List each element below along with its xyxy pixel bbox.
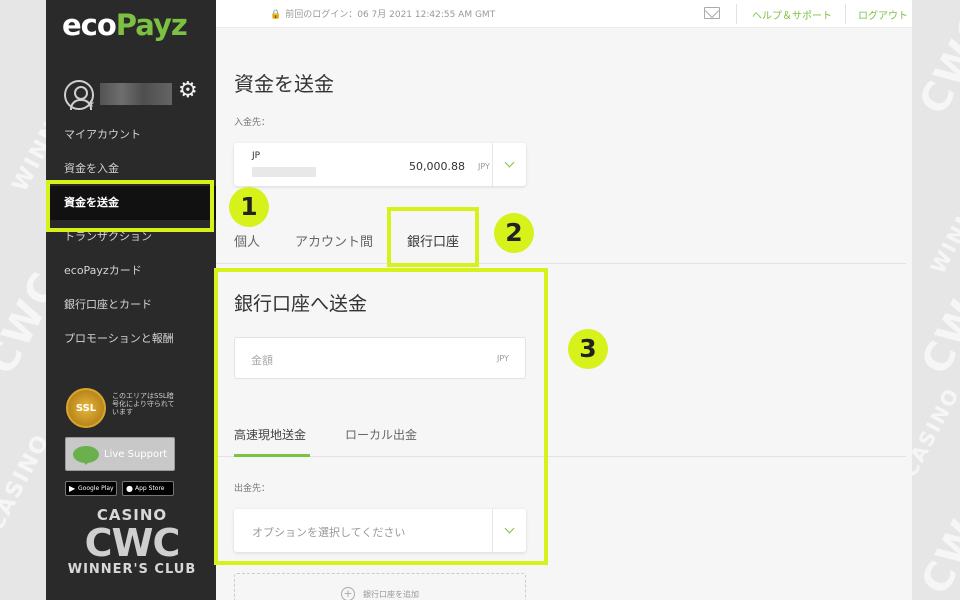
last-login: 🔒 前回のログイン：06 7月 2021 12:42:55 AM GMT [270, 7, 495, 20]
from-label: 入金先： [234, 118, 271, 128]
watermark-text: CWC [912, 484, 960, 600]
sidebar-item-ecopayz-card[interactable]: ecoPayzカード [46, 254, 216, 288]
username-blurred [100, 83, 172, 105]
watermark-text: CASINO [912, 383, 960, 481]
ssl-badge-label: SSL [75, 403, 97, 414]
watermark-text: CWC [0, 264, 46, 382]
add-bank-label: 銀行口座を追加 [363, 590, 419, 599]
app-store-button[interactable]: ● App Store [122, 481, 174, 496]
divider [492, 143, 493, 186]
page-title: 資金を送金 [234, 72, 334, 96]
logo-text: eco [62, 8, 117, 42]
watermark-text: CWC [912, 4, 960, 122]
sidebar-menu: マイアカウント 資金を入金 資金を送金 トランザクション ecoPayzカード … [46, 118, 216, 356]
help-support-link[interactable]: ヘルプ＆サポート [752, 7, 832, 22]
profile: ★ ⚙ [64, 77, 204, 113]
ecopayz-logo[interactable]: ecoPayz [62, 8, 188, 42]
brand-line3: WINNER'S CLUB [67, 562, 197, 577]
account-balance: 50,000.88 [409, 160, 465, 173]
live-support-button[interactable]: Live Support [65, 437, 175, 471]
highlight-box-1 [46, 180, 214, 232]
gear-icon[interactable]: ⚙ [178, 80, 198, 102]
watermark-left: WINNER'S CLUB CWC CASINO [0, 0, 46, 600]
step-badge-1: 1 [229, 187, 269, 227]
mail-icon[interactable] [704, 7, 720, 19]
last-login-text: 前回のログイン：06 7月 2021 12:42:55 AM GMT [285, 10, 496, 20]
ssl-badge-icon: SSL [66, 388, 106, 428]
google-play-label: Google Play [78, 485, 114, 492]
step-badge-2: 2 [494, 213, 534, 253]
tab-personal[interactable]: 個人 [234, 231, 260, 250]
watermark-text: CWC [912, 264, 960, 382]
sidebar: ecoPayz ★ ⚙ マイアカウント 資金を入金 資金を送金 トランザクション… [46, 0, 216, 600]
account-select[interactable]: JP 50,000.88 JPY [234, 143, 526, 186]
account-unit: JPY [478, 162, 490, 171]
sidebar-item-my-account[interactable]: マイアカウント [46, 118, 216, 152]
apple-icon: ● [126, 484, 133, 493]
live-support-label: Live Support [104, 449, 168, 460]
sidebar-item-promotions[interactable]: プロモーションと報酬 [46, 322, 216, 356]
tab-divider [216, 263, 906, 264]
account-currency: JP [252, 151, 261, 161]
tab-account-to-account[interactable]: アカウント間 [295, 231, 373, 250]
add-bank-button[interactable]: + 銀行口座を追加 [234, 573, 526, 600]
ssl-note: このエリアはSSL暗号化により守られています [112, 392, 175, 416]
google-play-button[interactable]: ▶ Google Play [65, 481, 117, 496]
watermark-text: WINNER'S CLUB [7, 0, 46, 197]
plus-icon: + [341, 587, 355, 600]
star-icon: ★ [86, 99, 95, 110]
topbar: 🔒 前回のログイン：06 7月 2021 12:42:55 AM GMT ヘルプ＆… [216, 0, 912, 28]
divider [845, 4, 846, 24]
main-content: 🔒 前回のログイン：06 7月 2021 12:42:55 AM GMT ヘルプ＆… [214, 0, 912, 600]
watermark-text: CASINO [0, 429, 46, 536]
play-icon: ▶ [69, 484, 76, 493]
cwc-brand: CASINO CWC WINNER'S CLUB [62, 506, 202, 577]
sidebar-item-bank-cards[interactable]: 銀行口座とカード [46, 288, 216, 322]
highlight-box-3 [214, 268, 548, 565]
brand-line2: CWC [84, 521, 181, 565]
divider [736, 4, 737, 24]
app-store-label: App Store [135, 485, 165, 492]
logout-link[interactable]: ログアウト [858, 7, 908, 22]
lock-icon: 🔒 [270, 10, 282, 20]
logo-accent-text: Payz [115, 8, 188, 42]
highlight-box-2 [387, 207, 479, 267]
step-badge-3: 3 [568, 329, 608, 369]
chevron-down-icon[interactable] [504, 157, 515, 168]
chat-bubble-icon [73, 446, 99, 465]
account-number-blurred [252, 167, 316, 177]
watermark-right: CWC WINNER'S CLUB CWC CASINO CWC [912, 0, 960, 600]
